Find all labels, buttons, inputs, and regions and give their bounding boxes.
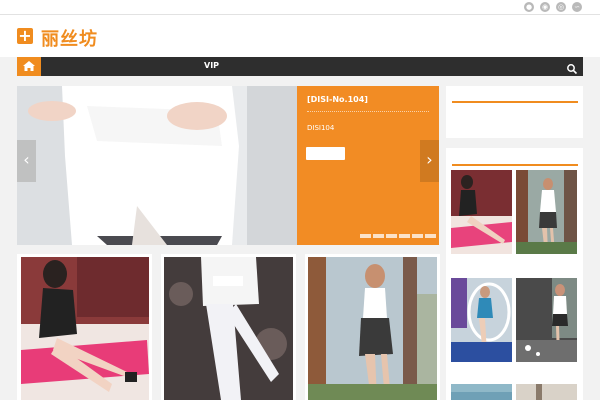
widget-title-bar [452, 164, 578, 166]
slider-dot[interactable] [360, 234, 371, 238]
slider-prev-arrow[interactable]: ‹ [17, 140, 36, 182]
gallery-thumb[interactable] [516, 384, 577, 400]
sidebar-widget [446, 86, 583, 138]
read-more-button[interactable] [306, 147, 345, 160]
search-icon[interactable] [566, 60, 578, 75]
slider-dot[interactable] [399, 234, 410, 238]
sidebar-widget-gallery [446, 148, 583, 400]
gallery-thumb[interactable] [451, 170, 512, 254]
slider-dot[interactable] [373, 234, 384, 238]
plus-icon[interactable]: + [17, 28, 33, 44]
home-icon[interactable] [17, 57, 41, 76]
gallery-thumb[interactable] [516, 170, 577, 254]
gallery-thumb[interactable] [451, 384, 512, 400]
divider [307, 111, 429, 112]
weibo-icon[interactable]: ◉ [540, 2, 550, 12]
site-title[interactable]: 丽丝坊 [41, 25, 98, 51]
gallery-thumb[interactable] [516, 278, 577, 362]
slider-dot[interactable] [425, 234, 436, 238]
post-card[interactable] [161, 254, 296, 400]
slide-photo[interactable] [17, 86, 297, 245]
slider-dots [360, 234, 436, 238]
featured-slider: [DISI-No.104] DISI104 ‹ › [17, 86, 439, 245]
nav-item-vip[interactable]: VIP [204, 61, 219, 70]
slider-dot[interactable] [412, 234, 423, 238]
slide-info-panel: [DISI-No.104] DISI104 [297, 86, 439, 245]
slide-title[interactable]: [DISI-No.104] [307, 95, 368, 104]
post-card[interactable] [17, 254, 152, 400]
slide-description: DISI104 [307, 124, 335, 132]
qq-icon[interactable]: ● [524, 2, 534, 12]
rss-icon[interactable]: ∽ [572, 2, 582, 12]
gallery-thumb[interactable] [451, 278, 512, 362]
main-nav: VIP [17, 57, 583, 76]
wechat-icon[interactable]: ◎ [556, 2, 566, 12]
slider-dot[interactable] [386, 234, 397, 238]
widget-title-bar [452, 101, 578, 103]
slider-next-arrow[interactable]: › [420, 140, 439, 182]
top-bar: ● ◉ ◎ ∽ [0, 0, 600, 15]
post-card[interactable] [305, 254, 440, 400]
